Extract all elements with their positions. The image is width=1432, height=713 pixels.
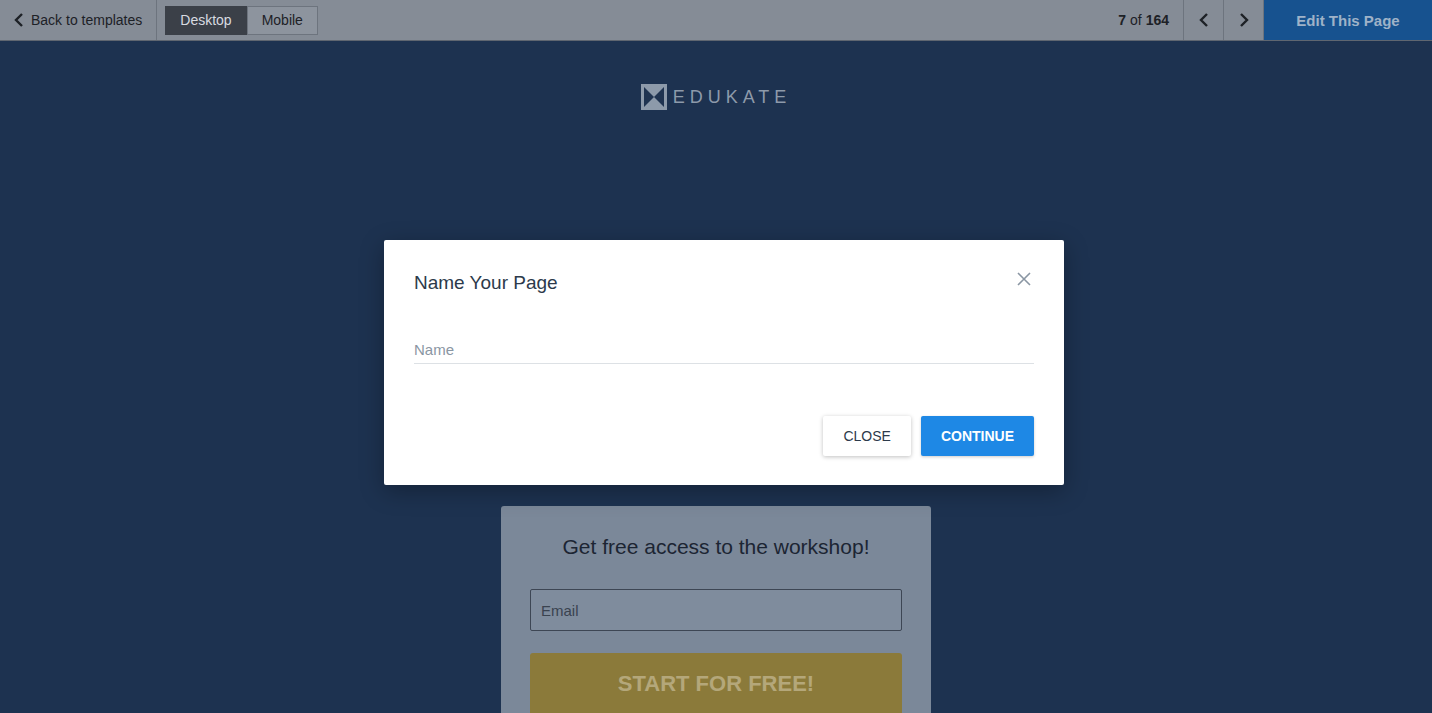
top-bar: Back to templates DesktopMobile 7 of 164… bbox=[0, 0, 1432, 41]
dialog-button[interactable]: CONTINUE bbox=[921, 416, 1034, 456]
name-input[interactable] bbox=[414, 340, 1034, 364]
view-toggle: DesktopMobile bbox=[157, 0, 326, 40]
logo: EDUKATE bbox=[641, 84, 792, 110]
signup-card: Get free access to the workshop! START F… bbox=[501, 506, 931, 713]
page: Back to templates DesktopMobile 7 of 164… bbox=[0, 0, 1432, 713]
chevron-left-icon bbox=[14, 13, 24, 27]
next-button[interactable] bbox=[1224, 0, 1264, 40]
dialog-title: Name Your Page bbox=[414, 270, 558, 296]
chevron-left-icon bbox=[1199, 13, 1209, 27]
name-page-dialog: Name Your Page CLOSE CONTINUE bbox=[384, 240, 1064, 485]
close-icon bbox=[1017, 272, 1031, 286]
close-button[interactable] bbox=[1012, 267, 1036, 291]
view-tab[interactable]: Desktop bbox=[165, 6, 246, 35]
edit-page-button[interactable]: Edit This Page bbox=[1264, 0, 1432, 40]
signup-title: Get free access to the workshop! bbox=[530, 534, 902, 560]
logo-icon bbox=[641, 84, 667, 110]
prev-button[interactable] bbox=[1184, 0, 1224, 40]
email-input[interactable] bbox=[530, 589, 902, 631]
template-counter: 7 of 164 bbox=[1104, 0, 1184, 40]
dialog-button[interactable]: CLOSE bbox=[823, 416, 910, 456]
start-button[interactable]: START FOR FREE! bbox=[530, 653, 902, 713]
view-tab[interactable]: Mobile bbox=[247, 6, 318, 35]
chevron-right-icon bbox=[1239, 13, 1249, 27]
back-button[interactable]: Back to templates bbox=[0, 0, 157, 40]
